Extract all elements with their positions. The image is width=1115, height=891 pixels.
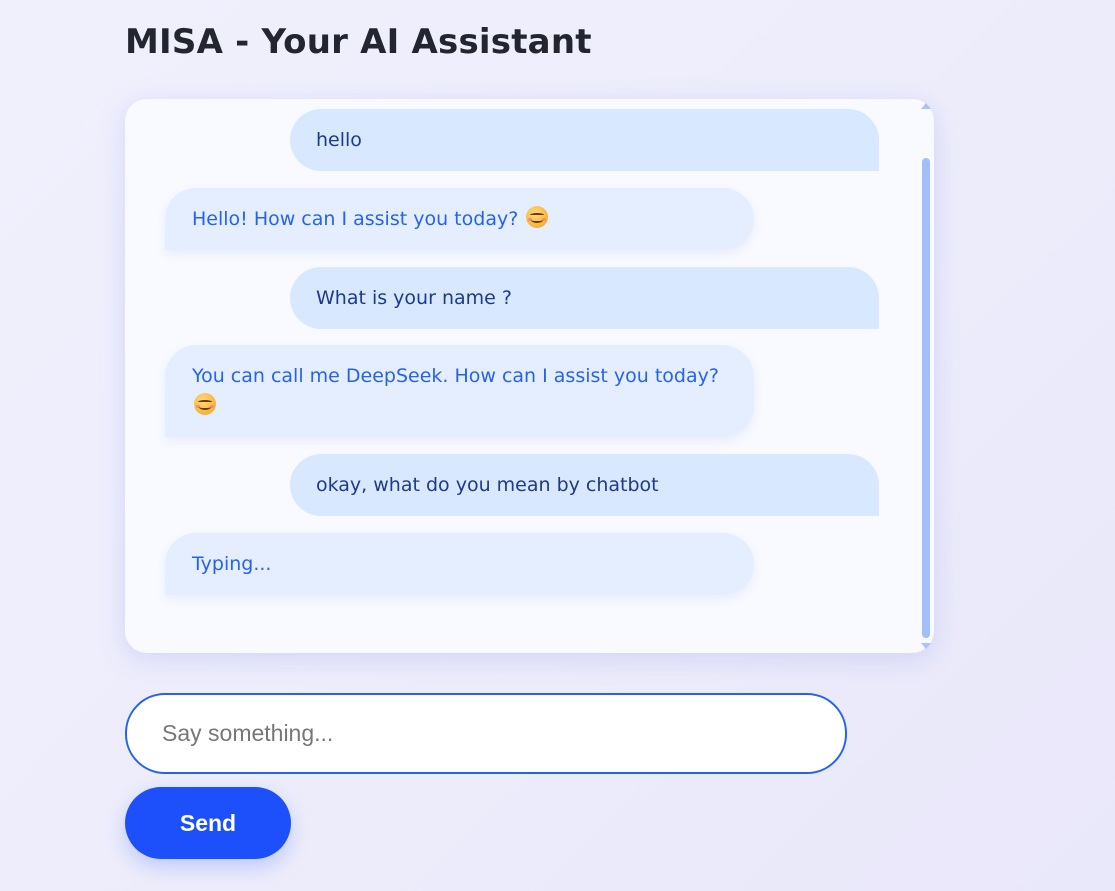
typing-indicator: Typing...	[165, 533, 754, 595]
page-title: MISA - Your AI Assistant	[125, 22, 592, 62]
message-text: hello	[316, 129, 362, 151]
scrollbar-thumb[interactable]	[922, 158, 930, 638]
bot-message: Hello! How can I assist you today?	[165, 188, 754, 250]
message-text: Typing...	[192, 553, 272, 575]
smiling-face-icon	[526, 206, 549, 228]
user-message: What is your name ?	[290, 267, 879, 329]
send-button[interactable]: Send	[125, 787, 291, 859]
message-input[interactable]	[125, 693, 847, 774]
chat-scrollbar[interactable]	[920, 102, 932, 650]
message-text: Hello! How can I assist you today?	[192, 208, 519, 230]
message-text: okay, what do you mean by chatbot	[316, 474, 659, 496]
smiling-face-icon	[194, 393, 216, 415]
scroll-up-arrow-icon[interactable]	[921, 103, 931, 109]
message-text: You can call me DeepSeek. How can I assi…	[192, 365, 719, 387]
message-text: What is your name ?	[316, 287, 512, 309]
chat-window[interactable]: hello Hello! How can I assist you today?…	[125, 99, 934, 653]
bot-message: You can call me DeepSeek. How can I assi…	[165, 345, 754, 437]
user-message: hello	[290, 109, 879, 171]
user-message: okay, what do you mean by chatbot	[290, 454, 879, 516]
scroll-down-arrow-icon[interactable]	[921, 643, 931, 649]
